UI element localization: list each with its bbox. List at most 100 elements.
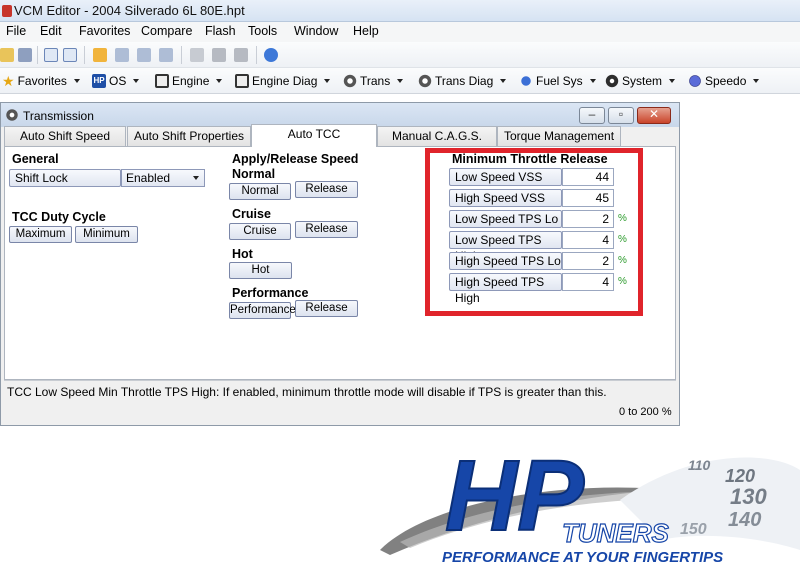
tab-torque-management[interactable]: Torque Management xyxy=(497,126,621,146)
gear-icon xyxy=(6,109,18,121)
favorites-dropdown[interactable]: ★ Favorites xyxy=(2,72,80,90)
high-speed-tps-high-label[interactable]: High Speed TPS High xyxy=(449,273,562,305)
fuel-sys-dropdown[interactable]: Fuel Sys xyxy=(519,72,596,90)
gauge-140: 140 xyxy=(728,509,761,531)
percent-unit: % xyxy=(618,276,627,287)
low-speed-tps-lo-value[interactable]: 2 xyxy=(562,210,614,228)
trans-label: Trans xyxy=(360,74,391,88)
high-speed-tps-high-value[interactable]: 4 xyxy=(562,273,614,291)
close-button[interactable]: ✕ xyxy=(637,107,671,124)
hot-button[interactable]: Hot xyxy=(229,262,292,279)
normal-title: Normal xyxy=(232,167,276,181)
cruise-title: Cruise xyxy=(232,207,271,221)
menu-bar: File Edit Favorites Compare Flash Tools … xyxy=(0,22,800,42)
maximum-button[interactable]: Maximum xyxy=(9,226,72,243)
performance-release-button[interactable]: Release xyxy=(295,300,358,317)
hp-tuners-logo: 110 120 130 140 150 HP TUNERS PERFORMANC… xyxy=(370,430,800,588)
low-speed-tps-lo-label[interactable]: Low Speed TPS Lo xyxy=(449,210,562,228)
normal-release-button[interactable]: Release xyxy=(295,181,358,198)
system-label: System xyxy=(622,74,663,88)
chevron-down-icon xyxy=(193,176,199,180)
gauge-130: 130 xyxy=(730,484,767,509)
hp-icon: HP xyxy=(92,74,106,88)
high-speed-tps-lo-label[interactable]: High Speed TPS Lo xyxy=(449,252,562,270)
high-speed-vss-value[interactable]: 45 xyxy=(562,189,614,207)
minimize-icon: – xyxy=(588,107,596,121)
chevron-down-icon xyxy=(73,79,80,83)
engine-icon xyxy=(155,74,169,88)
cruise-release-button[interactable]: Release xyxy=(295,221,358,238)
flash-read-icon[interactable] xyxy=(190,48,204,62)
tab-auto-shift-properties[interactable]: Auto Shift Properties xyxy=(127,126,251,146)
shift-lock-select[interactable]: Enabled xyxy=(121,169,205,187)
shift-lock-value: Enabled xyxy=(126,171,171,185)
low-speed-tps-high-label[interactable]: Low Speed TPS High xyxy=(449,231,562,263)
minimum-button[interactable]: Minimum xyxy=(75,226,138,243)
chevron-down-icon xyxy=(753,79,760,83)
high-speed-vss-label[interactable]: High Speed VSS xyxy=(449,189,562,207)
toolbar-separator xyxy=(84,46,85,64)
open-file-icon[interactable] xyxy=(93,48,107,62)
chevron-down-icon xyxy=(500,79,507,83)
low-speed-vss-value[interactable]: 44 xyxy=(562,168,614,186)
speedo-dropdown[interactable]: Speedo xyxy=(688,72,760,90)
compare-icon[interactable] xyxy=(159,48,173,62)
system-dropdown[interactable]: System xyxy=(605,72,676,90)
shift-lock-label[interactable]: Shift Lock xyxy=(9,169,121,187)
flash-write-icon[interactable] xyxy=(212,48,226,62)
menu-file[interactable]: File xyxy=(6,24,26,38)
status-text: TCC Low Speed Min Throttle TPS High: If … xyxy=(7,385,607,399)
flash-tools-icon[interactable] xyxy=(234,48,248,62)
close-icon: ✕ xyxy=(648,107,660,121)
copy-icon[interactable] xyxy=(44,48,58,62)
tab-auto-shift-speed[interactable]: Auto Shift Speed xyxy=(4,126,126,146)
write-icon[interactable] xyxy=(137,48,151,62)
tab-auto-tcc[interactable]: Auto TCC xyxy=(251,124,377,147)
menu-flash[interactable]: Flash xyxy=(205,24,236,38)
normal-button[interactable]: Normal xyxy=(229,183,291,200)
chevron-down-icon xyxy=(589,79,596,83)
trans-diag-label: Trans Diag xyxy=(435,74,494,88)
minimize-button[interactable]: – xyxy=(579,107,605,124)
logo-tagline: PERFORMANCE AT YOUR FINGERTIPS xyxy=(442,549,723,566)
toolbar-separator xyxy=(256,46,257,64)
window-title: Transmission xyxy=(23,109,94,123)
cruise-button[interactable]: Cruise xyxy=(229,223,291,240)
high-speed-tps-lo-value[interactable]: 2 xyxy=(562,252,614,270)
menu-tools[interactable]: Tools xyxy=(248,24,277,38)
open-folder-icon[interactable] xyxy=(0,48,14,62)
gauge-150: 150 xyxy=(680,521,707,538)
engine-dropdown[interactable]: Engine xyxy=(155,72,223,90)
chevron-down-icon xyxy=(397,79,404,83)
min-throttle-title: Minimum Throttle Release xyxy=(452,152,608,166)
os-dropdown[interactable]: HP OS xyxy=(92,72,140,90)
range-text: 0 to 200 % xyxy=(619,406,672,418)
percent-unit: % xyxy=(618,213,627,224)
low-speed-tps-high-value[interactable]: 4 xyxy=(562,231,614,249)
system-icon xyxy=(605,74,619,88)
menu-help[interactable]: Help xyxy=(353,24,379,38)
performance-button[interactable]: Performance xyxy=(229,302,296,319)
info-icon[interactable] xyxy=(264,48,278,62)
fuel-sys-label: Fuel Sys xyxy=(536,74,583,88)
read-icon[interactable] xyxy=(115,48,129,62)
menu-window[interactable]: Window xyxy=(294,24,338,38)
maximize-icon: ▫ xyxy=(618,107,624,121)
app-title: VCM Editor - 2004 Silverado 6L 80E.hpt xyxy=(14,3,245,18)
speedo-label: Speedo xyxy=(705,74,747,88)
menu-edit[interactable]: Edit xyxy=(40,24,62,38)
low-speed-vss-label[interactable]: Low Speed VSS xyxy=(449,168,562,186)
trans-dropdown[interactable]: Trans xyxy=(343,72,404,90)
toolbar-separator xyxy=(37,46,38,64)
maximize-button[interactable]: ▫ xyxy=(608,107,634,124)
menu-favorites[interactable]: Favorites xyxy=(79,24,130,38)
performance-title: Performance xyxy=(232,286,309,300)
engine-diag-icon xyxy=(235,74,249,88)
save-icon[interactable] xyxy=(18,48,32,62)
trans-diag-dropdown[interactable]: Trans Diag xyxy=(418,72,507,90)
engine-diag-dropdown[interactable]: Engine Diag xyxy=(235,72,331,90)
paste-icon[interactable] xyxy=(63,48,77,62)
chevron-down-icon xyxy=(669,79,676,83)
menu-compare[interactable]: Compare xyxy=(141,24,192,38)
tab-manual-cags[interactable]: Manual C.A.G.S. xyxy=(377,126,497,146)
